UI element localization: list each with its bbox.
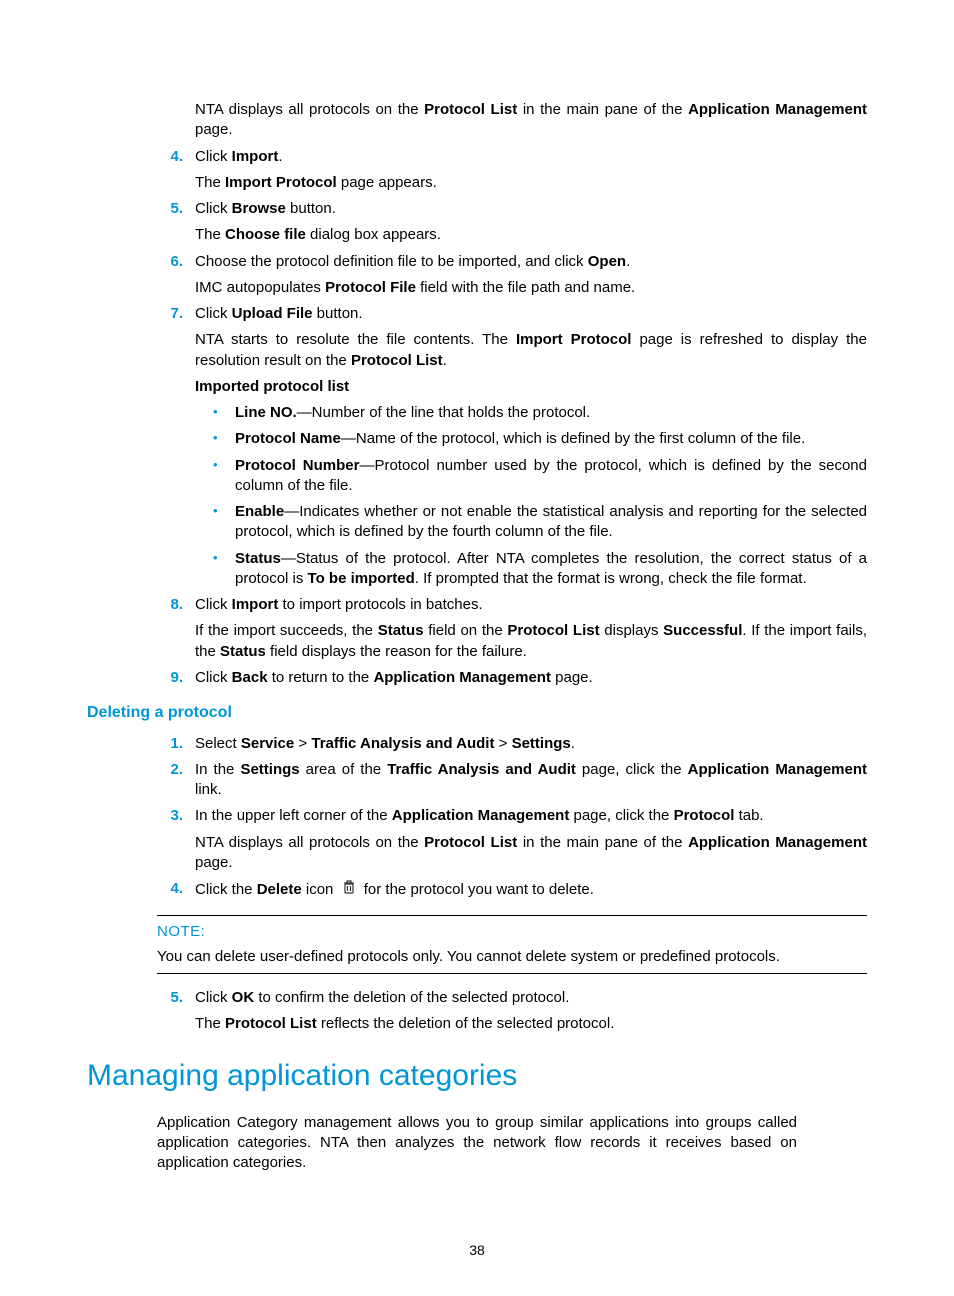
step-8: 8. Click Import to import protocols in b… <box>159 595 867 662</box>
step-4: 4. Click the Delete icon for the protoco… <box>159 879 867 901</box>
imported-protocol-bullets: Line NO.—Number of the line that holds t… <box>195 403 867 589</box>
step-number: 4. <box>159 147 183 167</box>
step-number: 8. <box>159 595 183 615</box>
list-item: Line NO.—Number of the line that holds t… <box>195 403 867 423</box>
imported-protocol-list-heading: Imported protocol list <box>195 377 867 397</box>
step-1: 1. Select Service > Traffic Analysis and… <box>159 734 867 754</box>
step-number: 5. <box>159 988 183 1008</box>
note-label: NOTE: <box>157 922 867 942</box>
main-paragraph: Application Category management allows y… <box>157 1113 797 1174</box>
step-number: 9. <box>159 668 183 688</box>
trash-icon <box>342 879 356 901</box>
note-box: NOTE: You can delete user-defined protoc… <box>157 915 867 974</box>
step-number: 2. <box>159 760 183 780</box>
step-number: 7. <box>159 304 183 324</box>
step-2: 2. In the Settings area of the Traffic A… <box>159 760 867 801</box>
step-3: 3. In the upper left corner of the Appli… <box>159 806 867 873</box>
list-item: Status—Status of the protocol. After NTA… <box>195 549 867 590</box>
list-item: Protocol Name—Name of the protocol, whic… <box>195 429 867 449</box>
procedure-list-3: 5. Click OK to confirm the deletion of t… <box>159 988 867 1035</box>
procedure-list-2: 1. Select Service > Traffic Analysis and… <box>159 734 867 902</box>
note-body: You can delete user-defined protocols on… <box>157 947 867 967</box>
step-7: 7. Click Upload File button. NTA starts … <box>159 304 867 589</box>
step-5: 5. Click Browse button. The Choose file … <box>159 199 867 246</box>
step-9: 9. Click Back to return to the Applicati… <box>159 668 867 688</box>
step-number: 1. <box>159 734 183 754</box>
body-column: NTA displays all protocols on the Protoc… <box>195 100 867 141</box>
heading-managing-categories: Managing application categories <box>87 1056 867 1097</box>
step-number: 3. <box>159 806 183 826</box>
step-5: 5. Click OK to confirm the deletion of t… <box>159 988 867 1035</box>
heading-deleting-protocol: Deleting a protocol <box>87 702 867 724</box>
step-6: 6. Choose the protocol definition file t… <box>159 252 867 299</box>
step-number: 6. <box>159 252 183 272</box>
step-number: 5. <box>159 199 183 219</box>
procedure-list-1: 4. Click Import. The Import Protocol pag… <box>159 147 867 689</box>
intro-paragraph: NTA displays all protocols on the Protoc… <box>195 100 867 141</box>
list-item: Protocol Number—Protocol number used by … <box>195 456 867 497</box>
page: NTA displays all protocols on the Protoc… <box>0 0 954 1296</box>
step-number: 4. <box>159 879 183 899</box>
step-4: 4. Click Import. The Import Protocol pag… <box>159 147 867 194</box>
list-item: Enable—Indicates whether or not enable t… <box>195 502 867 543</box>
page-number: 38 <box>0 1241 954 1260</box>
